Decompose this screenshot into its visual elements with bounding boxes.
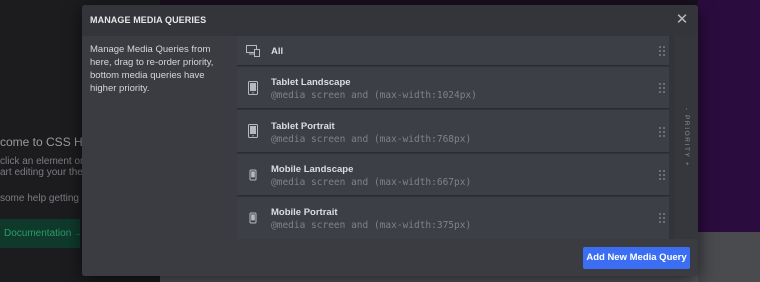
media-query-item-mobile-landscape[interactable]: Mobile Landscape @media screen and (max-… [237, 154, 669, 196]
drag-handle-icon[interactable] [658, 212, 666, 224]
media-query-name: Tablet Landscape [271, 77, 351, 88]
media-query-item-tablet-landscape[interactable]: Tablet Landscape @media screen and (max-… [237, 67, 669, 109]
dialog-header: MANAGE MEDIA QUERIES ✕ [82, 5, 698, 36]
manage-media-queries-dialog: MANAGE MEDIA QUERIES ✕ Manage Media Quer… [82, 5, 698, 276]
media-query-item-mobile-portrait[interactable]: Mobile Portrait @media screen and (max-w… [237, 197, 669, 239]
background-hint-line: click an element on [0, 156, 86, 167]
background-bottom-right [698, 232, 760, 282]
media-query-rule: @media screen and (max-width:667px) [271, 177, 472, 188]
add-media-query-button[interactable]: Add New Media Query [583, 247, 690, 269]
background-purple-region [698, 0, 760, 232]
media-query-rule: @media screen and (max-width:1024px) [271, 90, 477, 101]
drag-handle-icon[interactable] [658, 82, 666, 94]
priority-label-text: - PRIORITY + [683, 107, 691, 168]
priority-label: - PRIORITY + [675, 36, 698, 239]
tablet-icon [248, 81, 258, 95]
drag-handle-icon[interactable] [658, 126, 666, 138]
dialog-footer: Add New Media Query [82, 239, 698, 276]
background-documentation-button[interactable]: Documentation → [0, 219, 80, 248]
tablet-icon [248, 124, 258, 138]
drag-handle-icon[interactable] [658, 45, 666, 57]
background-help-text: some help getting sta [0, 193, 96, 204]
priority-rail: - PRIORITY + [675, 36, 698, 239]
mobile-icon [249, 212, 257, 224]
close-icon[interactable]: ✕ [674, 12, 690, 28]
drag-handle-icon[interactable] [658, 169, 666, 181]
media-query-list: All Tablet Landscape @media screen and (… [237, 36, 675, 239]
media-query-name: Tablet Portrait [271, 121, 335, 132]
media-query-rule: @media screen and (max-width:375px) [271, 220, 472, 231]
desktop-laptop-icon [246, 45, 260, 57]
media-query-name: Mobile Landscape [271, 164, 354, 175]
media-query-rule: @media screen and (max-width:768px) [271, 134, 472, 145]
mobile-icon [249, 169, 257, 181]
media-query-item-tablet-portrait[interactable]: Tablet Portrait @media screen and (max-w… [237, 110, 669, 153]
media-query-name: All [271, 46, 284, 57]
media-query-name: Mobile Portrait [271, 207, 338, 218]
dialog-description: Manage Media Queries from here, drag to … [90, 44, 214, 94]
media-query-item-all[interactable]: All [237, 36, 669, 66]
dialog-title: MANAGE MEDIA QUERIES [90, 15, 207, 25]
